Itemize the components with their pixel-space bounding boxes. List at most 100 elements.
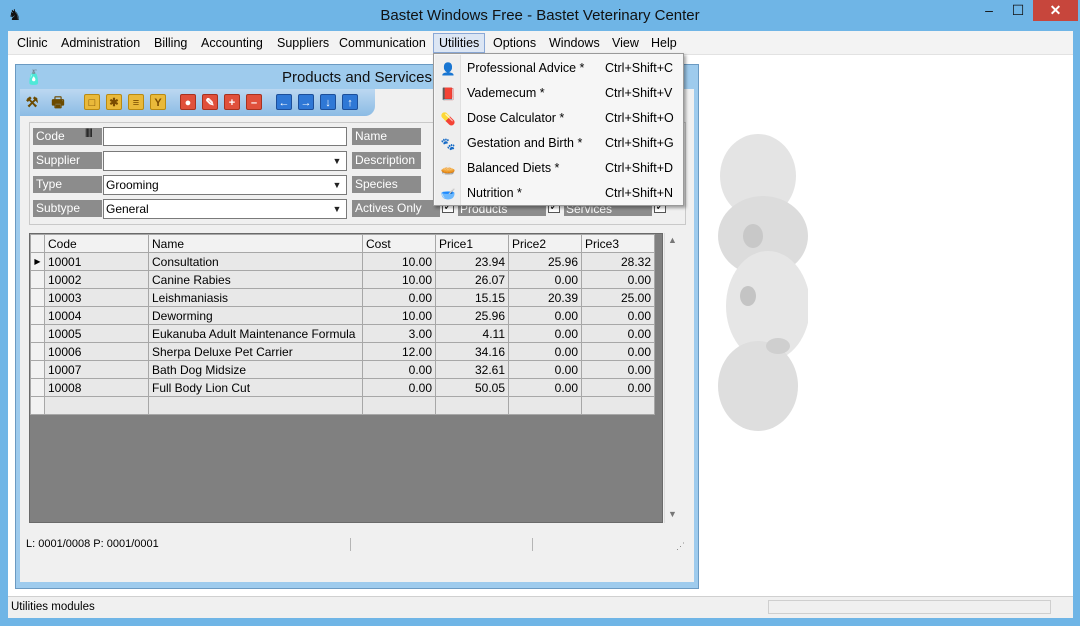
table-cell[interactable]: 10002 [44, 270, 149, 289]
table-cell[interactable]: 0.00 [508, 306, 582, 325]
table-cell[interactable]: 0.00 [508, 378, 582, 397]
menu-item-dose-calculator[interactable]: 💊 Dose Calculator * Ctrl+Shift+O [435, 106, 682, 131]
vertical-scrollbar[interactable]: ▲ ▼ [664, 233, 681, 523]
row-indicator[interactable] [30, 270, 45, 289]
menu-accounting[interactable]: Accounting [196, 33, 268, 53]
table-row[interactable]: 10003 Leishmaniasis 0.00 15.15 20.39 25.00 [30, 288, 655, 307]
tools-icon[interactable]: ⚒ [24, 94, 40, 110]
column-header-cost[interactable]: Cost [362, 234, 436, 253]
arrow-left-icon[interactable]: ← [276, 94, 292, 110]
table-cell[interactable] [30, 396, 45, 415]
table-cell[interactable]: 0.00 [581, 306, 655, 325]
table-cell[interactable]: 0.00 [362, 288, 436, 307]
menu-item-gestation-and-birth[interactable]: 🐾 Gestation and Birth * Ctrl+Shift+G [435, 131, 682, 156]
table-cell[interactable]: Bath Dog Midsize [148, 360, 363, 379]
menu-options[interactable]: Options [488, 33, 541, 53]
current-row-arrow-icon[interactable]: ▶ [30, 252, 45, 271]
table-cell[interactable]: 0.00 [508, 342, 582, 361]
empty-row[interactable] [30, 396, 655, 415]
resize-grip-icon[interactable]: ⋰ [676, 538, 685, 555]
table-cell[interactable] [44, 396, 149, 415]
arrow-down-icon[interactable]: ↓ [320, 94, 336, 110]
maximize-button[interactable]: ☐ [1004, 0, 1032, 21]
table-row[interactable]: ▶ 10001 Consultation 10.00 23.94 25.96 28.32 [30, 252, 655, 271]
table-cell[interactable]: 0.00 [581, 378, 655, 397]
table-row[interactable]: 10007 Bath Dog Midsize 0.00 32.61 0.00 0.00 [30, 360, 655, 379]
menu-item-professional-advice[interactable]: 👤 Professional Advice * Ctrl+Shift+C [435, 56, 682, 81]
table-cell[interactable]: 20.39 [508, 288, 582, 307]
table-cell[interactable]: Eukanuba Adult Maintenance Formula [148, 324, 363, 343]
edit-icon[interactable]: ✎ [202, 94, 218, 110]
menu-item-balanced-diets[interactable]: 🥧 Balanced Diets * Ctrl+Shift+D [435, 156, 682, 181]
arrow-right-icon[interactable]: → [298, 94, 314, 110]
menu-help[interactable]: Help [646, 33, 682, 53]
camera-icon[interactable]: ● [180, 94, 196, 110]
table-cell[interactable]: 0.00 [581, 270, 655, 289]
table-cell[interactable]: 50.05 [435, 378, 509, 397]
table-cell[interactable]: 0.00 [362, 360, 436, 379]
minimize-button[interactable]: – [975, 0, 1003, 21]
row-indicator[interactable] [30, 324, 45, 343]
settings-icon[interactable]: ✱ [106, 94, 122, 110]
table-cell[interactable]: 10008 [44, 378, 149, 397]
table-cell[interactable]: 10.00 [362, 252, 436, 271]
table-row[interactable]: 10006 Sherpa Deluxe Pet Carrier 12.00 34.16… [30, 342, 655, 361]
delete-icon[interactable]: – [246, 94, 262, 110]
table-cell[interactable]: 0.00 [362, 378, 436, 397]
menu-administration[interactable]: Administration [56, 33, 145, 53]
table-row[interactable]: 10004 Deworming 10.00 25.96 0.00 0.00 [30, 306, 655, 325]
table-cell[interactable] [362, 396, 436, 415]
table-cell[interactable]: 4.11 [435, 324, 509, 343]
table-cell[interactable]: Consultation [148, 252, 363, 271]
table-cell[interactable]: 10006 [44, 342, 149, 361]
table-cell[interactable]: Leishmaniasis [148, 288, 363, 307]
table-cell[interactable]: Canine Rabies [148, 270, 363, 289]
table-row[interactable]: 10005 Eukanuba Adult Maintenance Formula 3… [30, 324, 655, 343]
table-cell[interactable]: 3.00 [362, 324, 436, 343]
table-cell[interactable]: 0.00 [581, 324, 655, 343]
row-indicator[interactable] [30, 288, 45, 307]
table-row[interactable]: 10008 Full Body Lion Cut 0.00 50.05 0.00 0.00 [30, 378, 655, 397]
table-cell[interactable]: 26.07 [435, 270, 509, 289]
table-cell[interactable]: 25.96 [508, 252, 582, 271]
table-cell[interactable]: 10001 [44, 252, 149, 271]
row-indicator[interactable] [30, 360, 45, 379]
type-select[interactable]: Grooming ▼ [103, 175, 347, 195]
filter-icon[interactable]: Y [150, 94, 166, 110]
table-cell[interactable]: 10003 [44, 288, 149, 307]
table-cell[interactable]: 34.16 [435, 342, 509, 361]
table-cell[interactable]: Sherpa Deluxe Pet Carrier [148, 342, 363, 361]
table-cell[interactable]: 28.32 [581, 252, 655, 271]
table-cell[interactable] [148, 396, 363, 415]
row-indicator[interactable] [30, 378, 45, 397]
table-cell[interactable]: 15.15 [435, 288, 509, 307]
column-header-price3[interactable]: Price3 [581, 234, 655, 253]
table-cell[interactable]: 0.00 [508, 360, 582, 379]
table-cell[interactable]: 12.00 [362, 342, 436, 361]
table-cell[interactable]: 0.00 [581, 342, 655, 361]
scroll-down-icon[interactable]: ▼ [668, 509, 677, 519]
menu-suppliers[interactable]: Suppliers [272, 33, 334, 53]
table-cell[interactable]: Full Body Lion Cut [148, 378, 363, 397]
table-cell[interactable] [435, 396, 509, 415]
table-cell[interactable]: 10004 [44, 306, 149, 325]
table-cell[interactable]: 32.61 [435, 360, 509, 379]
table-cell[interactable] [508, 396, 582, 415]
arrow-up-icon[interactable]: ↑ [342, 94, 358, 110]
supplier-select[interactable]: ▼ [103, 151, 347, 171]
row-indicator[interactable] [30, 342, 45, 361]
menu-item-vademecum[interactable]: 📕 Vademecum * Ctrl+Shift+V [435, 81, 682, 106]
table-cell[interactable]: 0.00 [508, 270, 582, 289]
column-header-price2[interactable]: Price2 [508, 234, 582, 253]
add-icon[interactable]: + [224, 94, 240, 110]
table-cell[interactable]: 10007 [44, 360, 149, 379]
menu-communication[interactable]: Communication [334, 33, 431, 53]
menu-windows[interactable]: Windows [544, 33, 605, 53]
column-header-price1[interactable]: Price1 [435, 234, 509, 253]
scroll-up-icon[interactable]: ▲ [668, 235, 677, 245]
menu-billing[interactable]: Billing [149, 33, 192, 53]
table-cell[interactable]: 10005 [44, 324, 149, 343]
new-record-icon[interactable]: □ [84, 94, 100, 110]
menu-utilities[interactable]: Utilities [433, 33, 486, 53]
table-cell[interactable]: Deworming [148, 306, 363, 325]
